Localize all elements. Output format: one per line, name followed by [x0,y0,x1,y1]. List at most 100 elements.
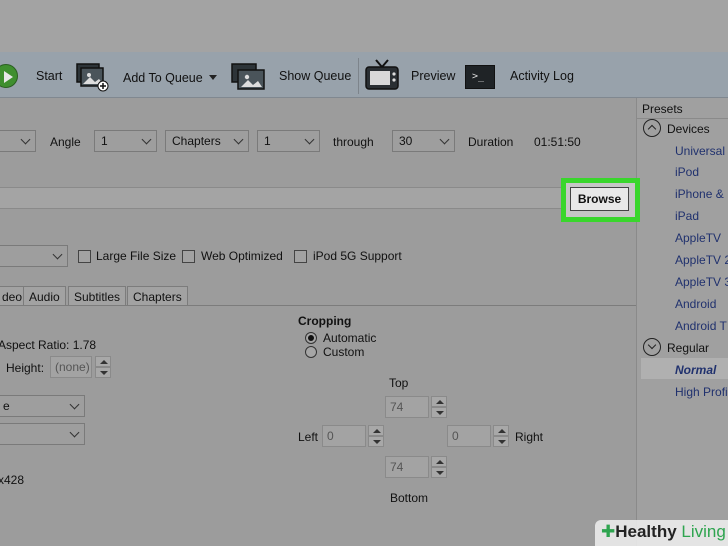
destination-file-input[interactable] [0,187,566,209]
title-select[interactable] [0,130,36,152]
preset-group-devices[interactable]: Devices [667,122,710,136]
crop-bottom-input[interactable]: 74 [385,456,429,478]
tab-divider [0,305,636,306]
height-placeholder: (none) [55,360,90,374]
preset-item[interactable]: AppleTV 2 [675,253,728,267]
stepper-up-icon[interactable] [95,356,111,367]
preview-tv-icon[interactable] [364,58,400,92]
title-bar-area [0,0,728,52]
web-optimized-checkbox[interactable] [182,250,195,263]
crop-right-input[interactable]: 0 [447,425,491,447]
toolbar-separator [358,58,359,94]
range-start-value: 1 [264,134,271,148]
automatic-label: Automatic [323,331,377,345]
crop-left-stepper[interactable] [368,425,384,447]
show-queue-button[interactable]: Show Queue [279,69,351,83]
activity-log-button[interactable]: Activity Log [510,69,574,83]
cropping-title: Cropping [298,314,352,328]
stepper-up-icon[interactable] [493,425,509,436]
range-end-value: 30 [399,134,413,148]
range-start-select[interactable]: 1 [257,130,320,152]
tab-subtitles[interactable]: Subtitles [68,286,127,306]
crop-top-input[interactable]: 74 [385,396,429,418]
angle-value: 1 [101,134,108,148]
crop-bottom-label: Bottom [390,491,429,505]
custom-label: Custom [323,345,365,359]
stepper-up-icon[interactable] [431,456,447,467]
stepper-down-icon[interactable] [95,367,111,378]
presets-title: Presets [642,102,683,116]
range-end-select[interactable]: 30 [392,130,455,152]
collapse-devices-icon[interactable] [643,119,661,137]
preset-item[interactable]: Universal [675,144,725,158]
crop-left-input[interactable]: 0 [322,425,366,447]
crop-top-stepper[interactable] [431,396,447,418]
preset-item-selected[interactable]: Normal [675,363,716,377]
show-queue-icon[interactable] [231,62,267,92]
chevron-down-icon[interactable] [209,75,217,80]
preset-item[interactable]: Android T [675,319,727,333]
preset-item[interactable]: High Profi [675,385,728,399]
stepper-down-icon[interactable] [368,436,384,447]
height-input[interactable]: (none) [50,356,92,378]
preset-item[interactable]: iPad [675,209,699,223]
browse-button[interactable]: Browse [570,187,629,211]
height-stepper[interactable] [95,356,111,378]
preset-item[interactable]: iPod [675,165,699,179]
automatic-radio[interactable] [305,332,317,344]
cross-icon: ✚ [601,522,616,541]
stepper-down-icon[interactable] [431,407,447,418]
chevron-down-icon [141,134,152,145]
chevron-down-icon [304,134,315,145]
add-to-queue-button[interactable]: Add To Queue [123,71,203,85]
range-type-value: Chapters [172,134,221,148]
aspect-ratio-text: Aspect Ratio: 1.78 [0,338,97,352]
crop-right-stepper[interactable] [493,425,509,447]
stepper-down-icon[interactable] [493,436,509,447]
start-button[interactable]: Start [36,69,62,83]
modulus-select[interactable] [0,423,85,445]
crop-bottom-stepper[interactable] [431,456,447,478]
preview-button[interactable]: Preview [411,69,455,83]
crop-bottom-value: 74 [390,460,404,474]
watermark-suffix: Living [681,522,726,541]
preset-item[interactable]: Android [675,297,716,311]
duration-value: 01:51:50 [534,135,581,149]
stepper-up-icon[interactable] [368,425,384,436]
chevron-down-icon [233,134,244,145]
duration-label: Duration [468,135,514,149]
crop-left-value: 0 [327,429,334,443]
crop-right-label: Right [515,430,544,444]
tab-chapters[interactable]: Chapters [127,286,188,306]
watermark-prefix: Healthy [615,522,677,541]
crop-left-label: Left [298,430,319,444]
stepper-down-icon[interactable] [431,467,447,478]
anamorphic-select[interactable]: e [0,395,85,417]
ipod-5g-support-checkbox[interactable] [294,250,307,263]
crop-top-value: 74 [390,400,404,414]
chevron-down-icon [69,427,80,438]
preset-item[interactable]: iPhone & [675,187,724,201]
preset-item[interactable]: AppleTV [675,231,721,245]
container-select[interactable] [0,245,68,267]
chevron-down-icon [52,249,63,260]
web-optimized-label: Web Optimized [201,249,283,263]
height-label: Height: [6,361,45,375]
crop-right-value: 0 [452,429,459,443]
preset-item[interactable]: AppleTV 3 [675,275,728,289]
custom-radio[interactable] [305,346,317,358]
chevron-down-icon [20,134,31,145]
tab-audio[interactable]: Audio [23,286,66,306]
stepper-up-icon[interactable] [431,396,447,407]
ipod-5g-support-label: iPod 5G Support [313,249,402,263]
chevron-down-icon [439,134,450,145]
display-size-text: x428 [0,473,25,487]
angle-select[interactable]: 1 [94,130,157,152]
preset-group-regular[interactable]: Regular [667,341,709,355]
large-file-size-checkbox[interactable] [78,250,91,263]
terminal-icon[interactable]: >_ [465,65,495,89]
collapse-regular-icon[interactable] [643,338,661,356]
chevron-down-icon [69,399,80,410]
add-to-queue-icon[interactable] [76,62,110,92]
range-type-select[interactable]: Chapters [165,130,249,152]
